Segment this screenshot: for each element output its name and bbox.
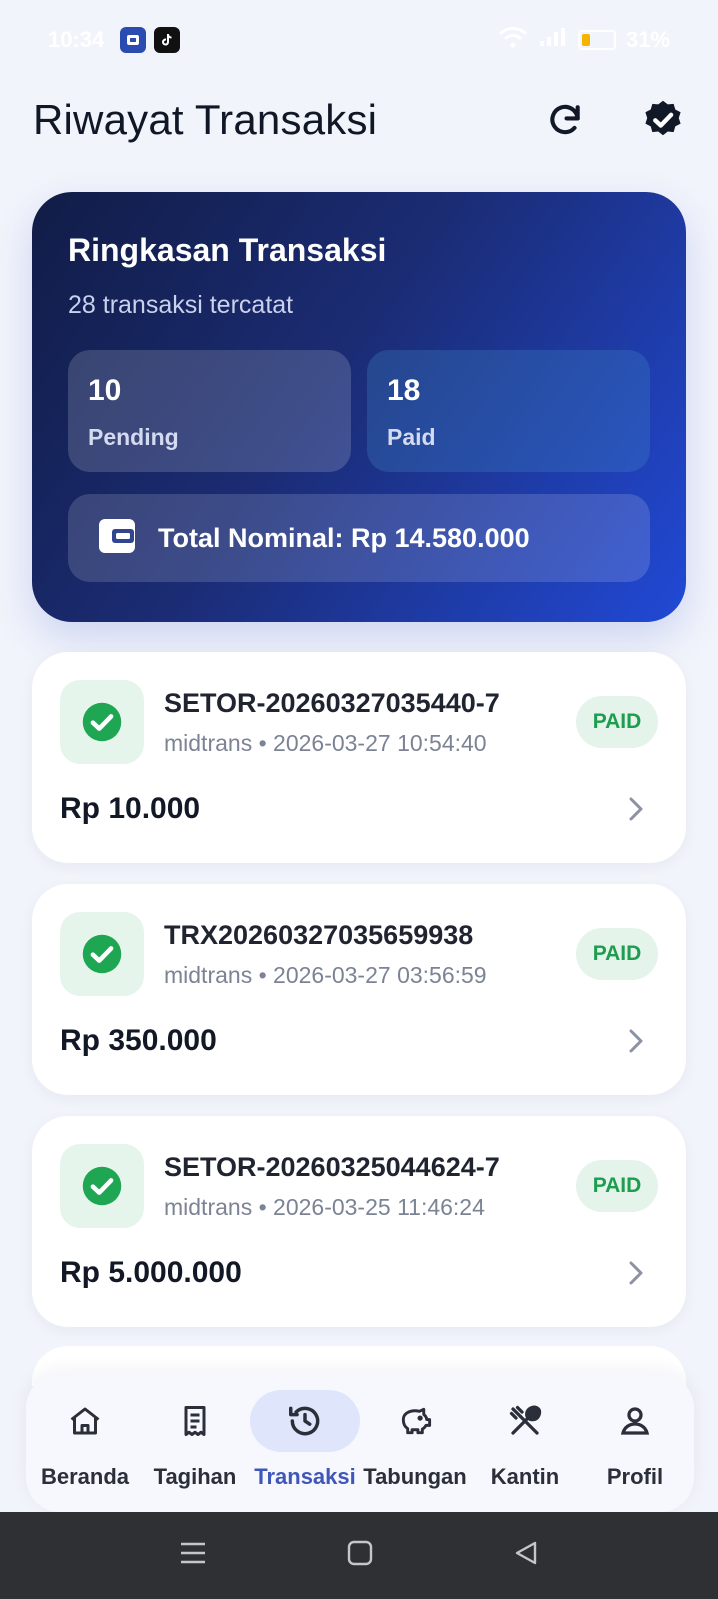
summary-title: Ringkasan Transaksi [68,232,387,268]
total-nominal-bar: Total Nominal: Rp 14.580.000 [68,494,650,582]
transaction-amount: Rp 5.000.000 [60,1256,242,1289]
page-title: Riwayat Transaksi [33,96,378,143]
status-bar: 10:34 31% [0,0,718,80]
verified-badge-icon [645,100,681,136]
school-app-icon [120,27,147,53]
paid-stat[interactable]: 18 Paid [367,350,650,472]
refresh-icon [550,104,580,135]
signal-icon [538,26,568,54]
transaction-amount: Rp 10.000 [60,792,201,825]
wifi-icon [498,26,528,54]
transaction-id: SETOR-20260325044624-7 [164,1152,500,1182]
utensils-icon [509,1405,542,1435]
system-navigation-bar [0,1512,718,1599]
transaction-id: TRX20260327035659938 [164,920,474,950]
battery-percent: 31% [625,27,670,52]
transaction-id: SETOR-20260327035440-7 [164,688,500,718]
total-nominal: Total Nominal: Rp 14.580.000 [158,522,530,553]
chevron-right-icon[interactable] [624,794,648,824]
pending-stat[interactable]: 10 Pending [68,350,351,472]
chevron-right-icon[interactable] [624,1026,648,1056]
summary-subtitle: 28 transaksi tercatat [68,291,294,319]
nav-item-tabungan[interactable]: Tabungan [360,1374,470,1512]
transaction-meta: midtrans • 2026-03-27 10:54:40 [164,730,487,756]
home-icon [70,1407,100,1435]
transaction-amount: Rp 350.000 [60,1024,217,1057]
verified-button[interactable] [641,98,685,142]
back-triangle-icon [515,1541,537,1565]
transaction-card[interactable]: SETOR-20260325044624-7 midtrans • 2026-0… [32,1116,686,1327]
transaction-meta: midtrans • 2026-03-25 11:46:24 [164,1194,485,1220]
user-icon [620,1407,650,1435]
nav-label: Profil [606,1464,664,1489]
nav-item-tagihan[interactable]: Tagihan [140,1374,250,1512]
menu-icon [181,1542,205,1564]
status-badge: PAID [576,928,658,980]
pending-count: 10 [88,374,122,407]
chevron-right-icon[interactable] [624,1258,648,1288]
back-system-button[interactable] [513,1540,539,1571]
nav-item-kantin[interactable]: Kantin [470,1374,580,1512]
pending-label: Pending [88,424,179,450]
status-indicators: 31% [498,26,670,54]
paid-status-icon [60,1144,144,1228]
bottom-navigation: Beranda Tagihan Transaksi Tabungan Kanti… [26,1374,694,1512]
status-time: 10:34 [48,27,105,52]
refresh-button[interactable] [543,98,587,142]
app-header: Riwayat Transaksi [0,88,718,152]
status-badge: PAID [576,1160,658,1212]
paid-status-icon [60,680,144,764]
nav-item-profil[interactable]: Profil [580,1374,690,1512]
square-icon [347,1540,373,1566]
wallet-icon [98,518,136,559]
paid-label: Paid [387,424,436,450]
transaction-meta: midtrans • 2026-03-27 03:56:59 [164,962,487,988]
status-badge: PAID [576,696,658,748]
nav-label: Transaksi [254,1464,356,1489]
nav-label: Tagihan [153,1464,237,1489]
tiktok-icon [154,27,181,53]
paid-status-icon [60,912,144,996]
home-system-button[interactable] [347,1540,373,1571]
transaction-card[interactable]: SETOR-20260327035440-7 midtrans • 2026-0… [32,652,686,863]
battery-icon [577,30,616,50]
receipt-icon [184,1406,206,1436]
paid-count: 18 [387,374,421,407]
recent-apps-button[interactable] [179,1540,207,1571]
transaction-summary-card: Ringkasan Transaksi 28 transaksi tercata… [32,192,686,622]
nav-label: Kantin [490,1464,560,1489]
history-icon [289,1406,320,1436]
piggy-bank-icon [401,1407,432,1435]
nav-item-beranda[interactable]: Beranda [30,1374,140,1512]
nav-label: Beranda [40,1464,130,1489]
nav-item-transaksi[interactable]: Transaksi [250,1374,360,1512]
transaction-card[interactable]: TRX20260327035659938 midtrans • 2026-03-… [32,884,686,1095]
nav-label: Tabungan [363,1464,467,1489]
